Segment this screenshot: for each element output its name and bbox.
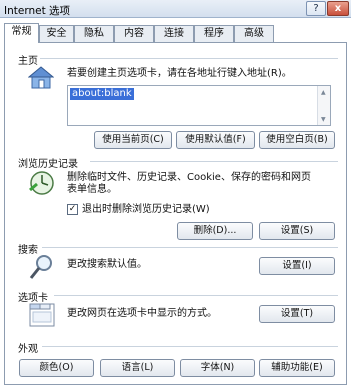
title-bar: Internet 选项 ? x <box>0 0 351 18</box>
delete-on-exit-label[interactable]: 退出时删除浏览历史记录(W) <box>82 204 210 216</box>
close-button[interactable]: x <box>327 1 349 16</box>
home-separator <box>40 58 338 59</box>
use-blank-button[interactable]: 使用空白页(B) <box>259 131 335 149</box>
tab-connections[interactable]: 连接 <box>154 25 194 42</box>
clock-icon <box>28 170 56 199</box>
tabs-description: 更改网页在选项卡中显示的方式。 <box>67 308 217 319</box>
tab-advanced[interactable]: 高级 <box>234 25 274 42</box>
tabs-separator <box>54 295 338 296</box>
history-section-label: 浏览历史记录 <box>18 159 78 170</box>
accessibility-button[interactable]: 辅助功能(E) <box>259 359 335 377</box>
history-description-line2: 表单信息。 <box>67 184 117 195</box>
home-instruction: 若要创建主页选项卡，请在各地址行键入地址(R)。 <box>67 68 292 79</box>
tab-programs[interactable]: 程序 <box>194 25 234 42</box>
scroll-up-icon[interactable]: ▲ <box>321 89 326 96</box>
help-button[interactable]: ? <box>306 1 326 16</box>
tab-general[interactable]: 常规 <box>4 23 39 43</box>
textarea-scrollbar[interactable]: ▲ ▼ <box>317 86 330 125</box>
tab-security[interactable]: 安全 <box>39 25 74 42</box>
search-settings-button[interactable]: 设置(I) <box>259 257 335 275</box>
use-default-button[interactable]: 使用默认值(F) <box>176 131 255 149</box>
history-separator <box>90 161 338 162</box>
tab-content[interactable]: 内容 <box>114 25 154 42</box>
tab-privacy[interactable]: 隐私 <box>74 25 114 42</box>
history-settings-button[interactable]: 设置(S) <box>259 222 335 240</box>
use-current-button[interactable]: 使用当前页(C) <box>94 131 172 149</box>
history-description-line1: 删除临时文件、历史记录、Cookie、保存的密码和网页 <box>67 172 311 183</box>
appearance-separator <box>42 346 338 347</box>
home-address-textarea[interactable]: about:blank ▲ ▼ <box>67 85 331 126</box>
window-title: Internet 选项 <box>4 5 71 17</box>
tabs-settings-button[interactable]: 设置(T) <box>259 305 335 323</box>
magnifier-icon <box>29 253 55 284</box>
house-icon <box>27 66 55 93</box>
delete-history-button[interactable]: 删除(D)... <box>177 222 253 240</box>
home-section-label: 主页 <box>18 56 38 67</box>
scroll-down-icon[interactable]: ▼ <box>321 116 326 123</box>
appearance-section-label: 外观 <box>18 344 38 355</box>
fonts-button[interactable]: 字体(N) <box>180 359 255 377</box>
languages-button[interactable]: 语言(L) <box>100 359 175 377</box>
delete-on-exit-checkbox[interactable]: ✓ <box>67 204 78 215</box>
search-separator <box>42 247 338 248</box>
colors-button[interactable]: 颜色(O) <box>19 359 94 377</box>
home-address-value: about:blank <box>70 88 134 100</box>
search-description: 更改搜索默认值。 <box>67 259 147 270</box>
tabs-icon <box>27 302 57 331</box>
